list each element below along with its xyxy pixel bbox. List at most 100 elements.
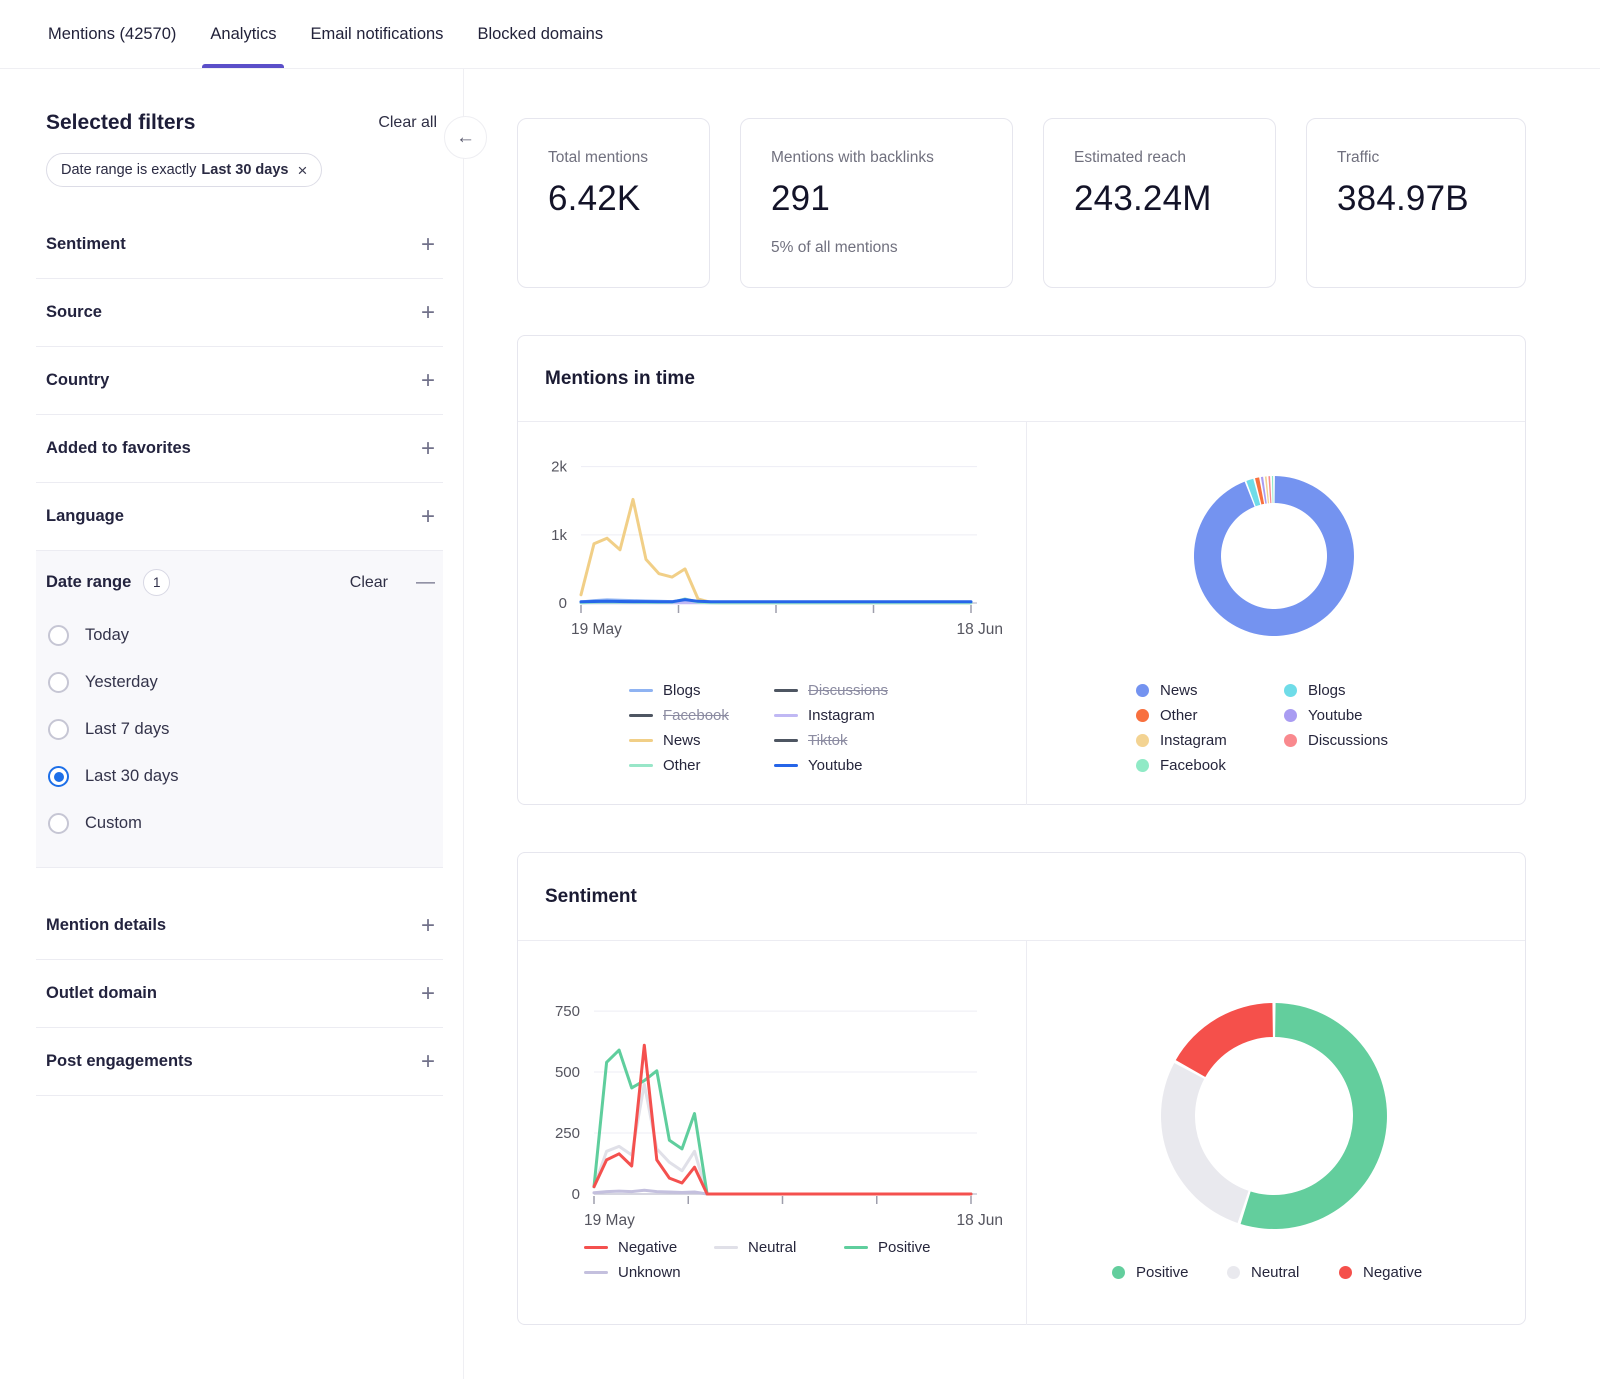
sidebar-section-sentiment[interactable]: Sentiment+	[36, 211, 443, 279]
radio-option-today[interactable]: Today	[46, 612, 435, 659]
date-range-clear-button[interactable]: Clear	[350, 574, 388, 592]
radio-option-yesterday[interactable]: Yesterday	[46, 659, 435, 706]
color-swatch	[1136, 734, 1149, 747]
legend-item-unknown[interactable]: Unknown	[584, 1262, 681, 1282]
date-range-options: TodayYesterday Last 7 days Last 30 daysCus…	[46, 612, 435, 847]
date-range-header[interactable]: Date range 1 Clear —	[46, 569, 435, 596]
legend-item-other[interactable]: Other	[1136, 705, 1198, 725]
color-swatch	[1136, 684, 1149, 697]
sidebar-section-mention-details[interactable]: Mention details+	[36, 892, 443, 960]
color-swatch	[774, 764, 798, 767]
legend-label: Instagram	[808, 707, 875, 724]
section-title: Mention details	[46, 916, 166, 935]
legend-item-facebook[interactable]: Facebook	[1136, 755, 1226, 775]
date-range-count-badge: 1	[143, 569, 170, 596]
sidebar-section-source[interactable]: Source+	[36, 279, 443, 347]
legend-item-discussions[interactable]: Discussions	[1284, 730, 1388, 750]
legend-label: Instagram	[1160, 732, 1227, 749]
legend-label: News	[663, 732, 701, 749]
color-swatch	[774, 714, 798, 717]
sources-donut-chart	[1027, 422, 1527, 805]
sentiment-panel: Sentiment 025050075019 May18 Jun Negativ…	[517, 852, 1526, 1325]
legend-item-blogs[interactable]: Blogs	[629, 680, 701, 700]
legend-item-neutral[interactable]: Neutral	[1227, 1262, 1299, 1282]
radio-option-custom[interactable]: Custom	[46, 800, 435, 847]
sources-donut-section: News Other Instagram Facebook Blogs Youtube Di…	[1026, 422, 1526, 805]
radio-circle	[48, 813, 69, 834]
legend-label: Facebook	[1160, 757, 1226, 774]
legend-item-instagram[interactable]: Instagram	[1136, 730, 1227, 750]
donut-slice-discussions[interactable]	[1268, 476, 1271, 503]
radio-option-last-30-days[interactable]: Last 30 days	[46, 753, 435, 800]
chip-remove-icon[interactable]: ×	[297, 162, 307, 179]
section-title: Sentiment	[46, 235, 126, 254]
plus-icon: +	[421, 1050, 435, 1074]
donut-slice-facebook[interactable]	[1272, 476, 1274, 503]
legend-item-facebook[interactable]: Facebook	[629, 705, 729, 725]
radio-circle	[48, 766, 69, 787]
filter-sections-top: Sentiment+Source+Country+Added to favori…	[36, 211, 443, 551]
plus-icon: +	[421, 301, 435, 325]
clear-all-button[interactable]: Clear all	[378, 114, 437, 132]
legend-item-negative[interactable]: Negative	[1339, 1262, 1422, 1282]
color-swatch	[844, 1246, 868, 1249]
legend-item-youtube[interactable]: Youtube	[774, 755, 863, 775]
donut-slice-news[interactable]	[1194, 476, 1354, 636]
legend-item-blogs[interactable]: Blogs	[1284, 680, 1346, 700]
legend-label: Other	[1160, 707, 1198, 724]
legend-item-tiktok[interactable]: Tiktok	[774, 730, 847, 750]
donut-slice-neutral[interactable]	[1161, 1063, 1249, 1223]
stat-card-total-mentions: Total mentions6.42K	[517, 118, 710, 288]
sidebar-section-added-to-favorites[interactable]: Added to favorites+	[36, 415, 443, 483]
stat-card-estimated-reach: Estimated reach243.24M	[1043, 118, 1276, 288]
legend-item-positive[interactable]: Positive	[1112, 1262, 1189, 1282]
tab-email-notifications[interactable]: Email notifications	[310, 0, 443, 68]
svg-text:19 May: 19 May	[584, 1212, 635, 1229]
legend-item-news[interactable]: News	[629, 730, 701, 750]
svg-text:18 Jun: 18 Jun	[956, 1212, 1003, 1229]
sidebar-section-country[interactable]: Country +	[36, 347, 443, 415]
legend-item-youtube[interactable]: Youtube	[1284, 705, 1363, 725]
legend-label: Positive	[878, 1239, 931, 1256]
series-line-news	[581, 499, 971, 602]
legend-item-positive[interactable]: Positive	[844, 1237, 931, 1257]
section-title: Country	[46, 371, 109, 390]
legend-item-negative[interactable]: Negative	[584, 1237, 677, 1257]
collapse-sidebar-button[interactable]: ←	[444, 116, 487, 159]
legend-item-other[interactable]: Other	[629, 755, 701, 775]
radio-option-last-7-days[interactable]: Last 7 days	[46, 706, 435, 753]
legend-label: Neutral	[1251, 1264, 1299, 1281]
legend-item-news[interactable]: News	[1136, 680, 1198, 700]
selected-filters-title: Selected filters	[46, 111, 195, 135]
tab-mentions-42570[interactable]: Mentions (42570)	[48, 0, 176, 68]
stat-cards-row: Total mentions6.42KMentions with backlin…	[517, 118, 1526, 288]
filter-sections-bottom: Mention details+Outlet domain+Post engag…	[36, 892, 443, 1096]
sentiment-line-section: 025050075019 May18 Jun NegativeNeutralPo…	[518, 941, 1025, 1325]
tab-analytics[interactable]: Analytics	[210, 0, 276, 68]
color-swatch	[584, 1271, 608, 1274]
legend-label: Neutral	[748, 1239, 796, 1256]
tab-blocked-domains[interactable]: Blocked domains	[477, 0, 603, 68]
svg-text:500: 500	[555, 1064, 580, 1081]
plus-icon: +	[421, 437, 435, 461]
filter-chip-date-range[interactable]: Date range is exactly Last 30 days ×	[46, 153, 322, 187]
stat-card-value: 384.97B	[1337, 179, 1495, 219]
sidebar-section-language[interactable]: Language+	[36, 483, 443, 551]
legend-label: Other	[663, 757, 701, 774]
chip-prefix: Date range is exactly	[61, 162, 196, 178]
svg-text:19 May: 19 May	[571, 621, 622, 638]
color-swatch	[1227, 1266, 1240, 1279]
legend-item-discussions[interactable]: Discussions	[774, 680, 888, 700]
sidebar-section-outlet-domain[interactable]: Outlet domain+	[36, 960, 443, 1028]
legend-item-neutral[interactable]: Neutral	[714, 1237, 796, 1257]
donut-slice-negative[interactable]	[1176, 1003, 1273, 1077]
svg-text:0: 0	[559, 595, 567, 612]
legend-item-instagram[interactable]: Instagram	[774, 705, 875, 725]
back-arrow-icon: ←	[456, 127, 475, 149]
plus-icon: +	[421, 369, 435, 393]
color-swatch	[774, 689, 798, 692]
collapse-section-icon[interactable]: —	[416, 572, 435, 594]
color-swatch	[774, 739, 798, 742]
radio-label: Last 7 days	[85, 720, 169, 739]
sidebar-section-post-engagements[interactable]: Post engagements+	[36, 1028, 443, 1096]
